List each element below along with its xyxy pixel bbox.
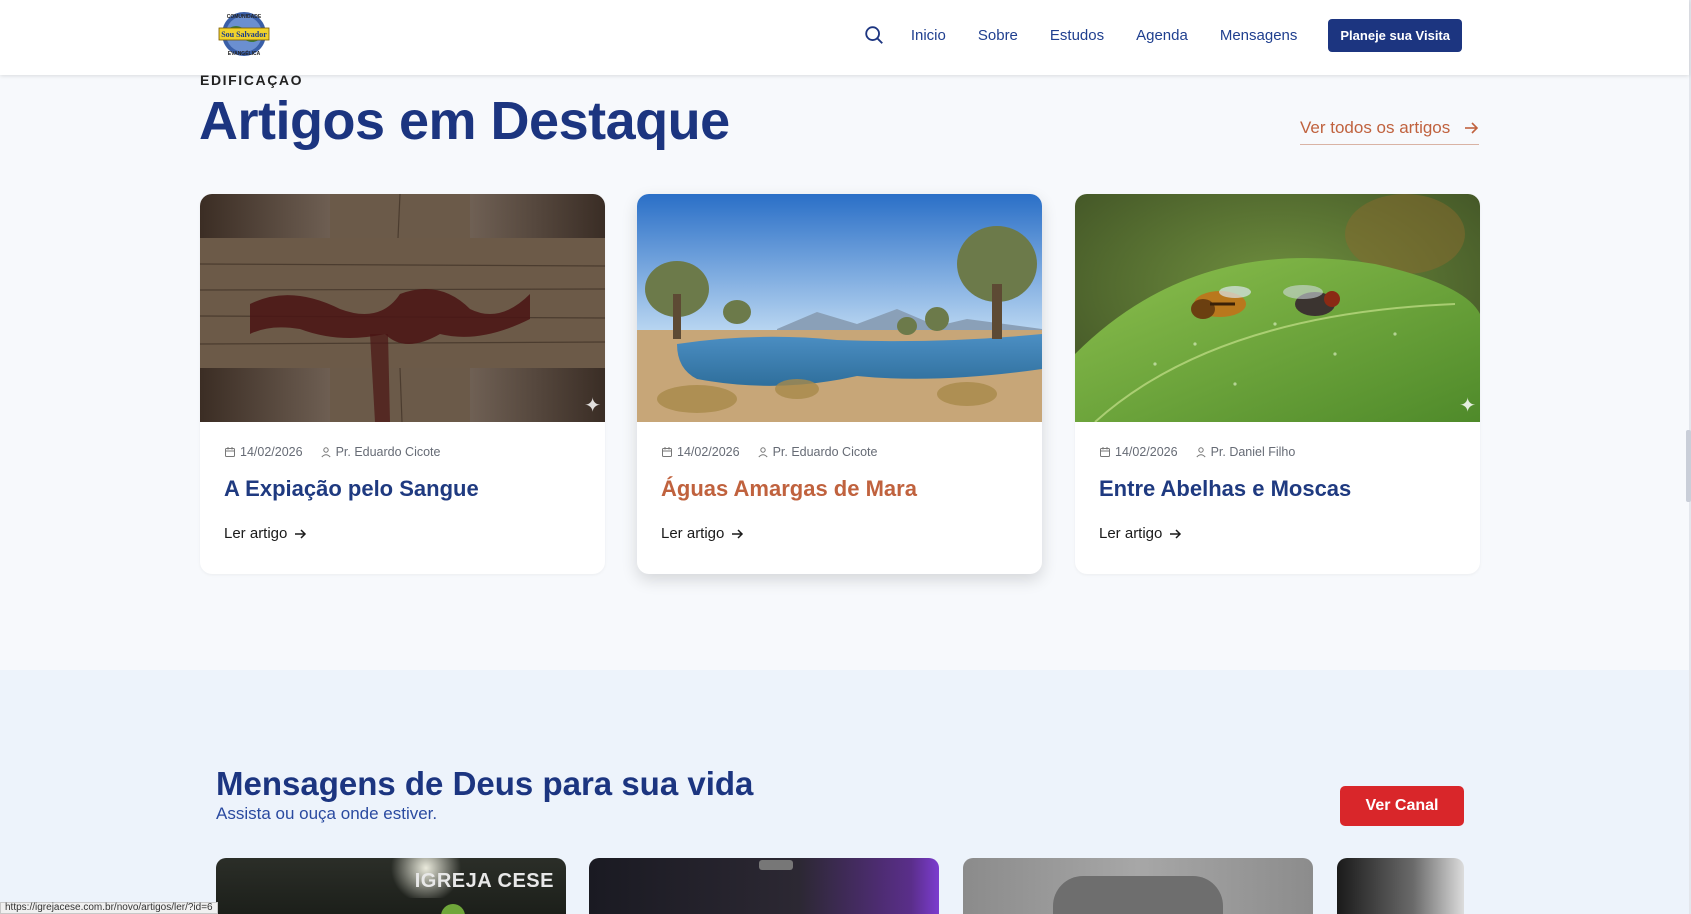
article-date-text: 14/02/2026: [240, 445, 303, 459]
calendar-icon: [662, 447, 672, 457]
read-article-label: Ler artigo: [224, 525, 288, 542]
article-author-text: Pr. Daniel Filho: [1210, 445, 1296, 459]
leaf-shape: [441, 904, 465, 914]
view-channel-button[interactable]: Ver Canal: [1340, 786, 1464, 826]
nav-estudos[interactable]: Estudos: [1050, 27, 1104, 44]
article-author: Pr. Eduardo Cicote: [320, 445, 441, 459]
nav-agenda[interactable]: Agenda: [1136, 27, 1188, 44]
read-article-label: Ler artigo: [661, 525, 725, 542]
video-thumbnail[interactable]: [589, 858, 939, 914]
site-header: Sou Salvador COMUNIDADE EVANGÉLICA Inici…: [0, 0, 1689, 75]
plan-visit-button[interactable]: Planeje sua Visita: [1328, 18, 1462, 52]
nav-sobre[interactable]: Sobre: [978, 27, 1018, 44]
messages-subtitle: Assista ou ouça onde estiver.: [216, 804, 438, 823]
church-logo[interactable]: Sou Salvador COMUNIDADE EVANGÉLICA: [214, 9, 274, 59]
search-icon[interactable]: [863, 24, 885, 46]
see-all-label: Ver todos os artigos: [1300, 118, 1451, 137]
article-card[interactable]: ✦ 14/02/2026 Pr. Eduardo Cicote A Expiaç…: [200, 194, 605, 574]
logo-text-top: COMUNIDADE: [227, 14, 262, 20]
sparkle-icon: ✦: [1459, 395, 1476, 417]
article-author-text: Pr. Eduardo Cicote: [772, 445, 878, 459]
article-author: Pr. Daniel Filho: [1195, 445, 1296, 459]
article-date-text: 14/02/2026: [677, 445, 740, 459]
stage-light: [759, 860, 793, 870]
article-image: ✦: [1075, 194, 1480, 422]
article-author-text: Pr. Eduardo Cicote: [335, 445, 441, 459]
nav-mensagens[interactable]: Mensagens: [1220, 27, 1298, 44]
video-thumbnail[interactable]: [1337, 858, 1464, 914]
article-meta: 14/02/2026 Pr. Eduardo Cicote: [661, 445, 877, 459]
arrow-right-icon: [1465, 122, 1479, 134]
logo-text-center: Sou Salvador: [221, 30, 267, 39]
calendar-icon: [1100, 447, 1110, 457]
article-title[interactable]: Águas Amargas de Mara: [661, 476, 917, 502]
logo-text-bottom: EVANGÉLICA: [228, 49, 261, 57]
read-article-link[interactable]: Ler artigo: [1099, 525, 1182, 542]
read-article-link[interactable]: Ler artigo: [224, 525, 307, 542]
main-nav: Inicio Sobre Estudos Agenda Mensagens Pl…: [863, 0, 1462, 70]
article-date: 14/02/2026: [661, 445, 740, 459]
video-thumbnail[interactable]: IGREJA CESE: [216, 858, 566, 914]
thumbnail-brand-text: IGREJA CESE: [414, 870, 554, 892]
thumbnail-shape: [1053, 876, 1223, 914]
article-meta: 14/02/2026 Pr. Daniel Filho: [1099, 445, 1295, 459]
see-all-articles-link[interactable]: Ver todos os artigos: [1300, 118, 1479, 145]
article-cards: ✦ 14/02/2026 Pr. Eduardo Cicote A Expiaç…: [200, 194, 1480, 574]
article-image: [637, 194, 1042, 422]
read-article-label: Ler artigo: [1099, 525, 1163, 542]
articles-title: Artigos em Destaque: [199, 91, 730, 151]
article-title[interactable]: A Expiação pelo Sangue: [224, 476, 479, 502]
status-bar-url: https://igrejacese.com.br/novo/artigos/l…: [0, 902, 218, 914]
read-article-link[interactable]: Ler artigo: [661, 525, 744, 542]
article-card[interactable]: ✦ 14/02/2026 Pr. Daniel Filho Entre Abel…: [1075, 194, 1480, 574]
video-thumbnail[interactable]: [963, 858, 1313, 914]
user-icon: [757, 447, 768, 458]
article-image: ✦: [200, 194, 605, 422]
calendar-icon: [225, 447, 235, 457]
user-icon: [1195, 447, 1206, 458]
arrow-right-icon: [295, 528, 307, 539]
user-icon: [320, 447, 331, 458]
messages-title: Mensagens de Deus para sua vida: [216, 765, 754, 802]
article-title[interactable]: Entre Abelhas e Moscas: [1099, 476, 1351, 502]
article-date-text: 14/02/2026: [1115, 445, 1178, 459]
article-card[interactable]: 14/02/2026 Pr. Eduardo Cicote Águas Amar…: [637, 194, 1042, 574]
arrow-right-icon: [732, 528, 744, 539]
article-author: Pr. Eduardo Cicote: [757, 445, 878, 459]
article-date: 14/02/2026: [1099, 445, 1178, 459]
nav-inicio[interactable]: Inicio: [911, 27, 946, 44]
sparkle-icon: ✦: [584, 395, 601, 417]
arrow-right-icon: [1170, 528, 1182, 539]
article-date: 14/02/2026: [224, 445, 303, 459]
scrollbar-thumb[interactable]: [1686, 430, 1691, 502]
article-meta: 14/02/2026 Pr. Eduardo Cicote: [224, 445, 440, 459]
